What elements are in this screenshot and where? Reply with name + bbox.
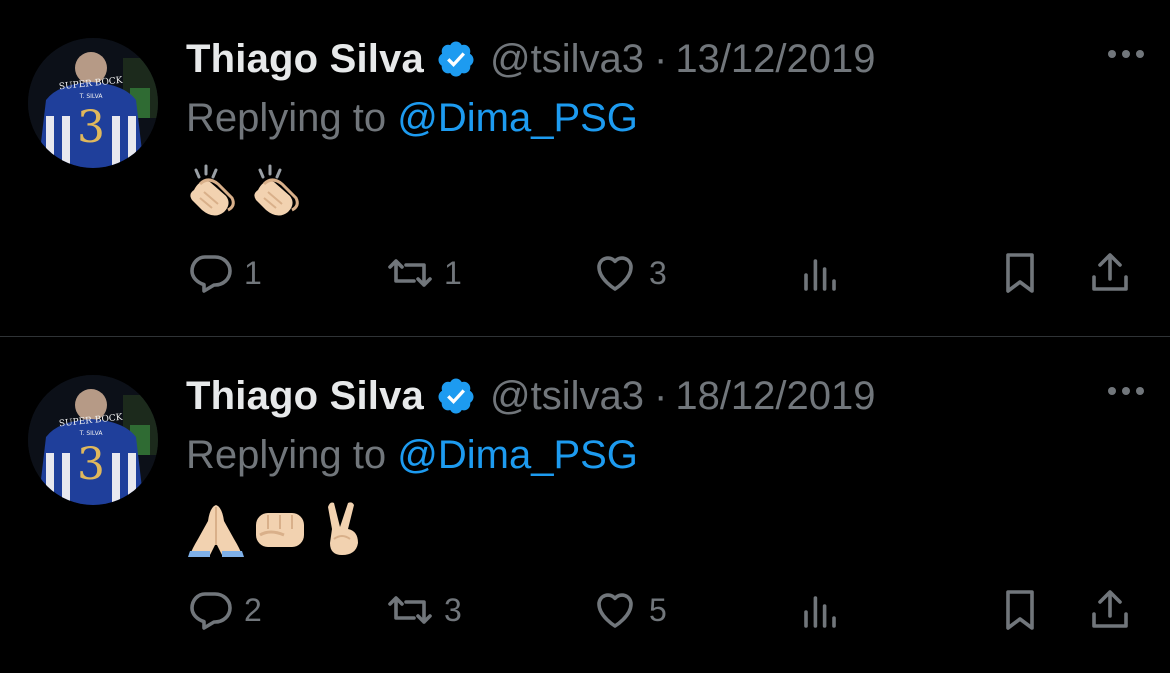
share-button[interactable] — [1086, 585, 1134, 635]
replying-to-line: Replying to @Dima_PSG — [186, 96, 638, 141]
more-options-icon[interactable] — [1104, 381, 1148, 401]
like-button[interactable]: 3 — [591, 248, 667, 298]
like-count: 5 — [649, 591, 667, 628]
tweet-text — [186, 497, 374, 561]
views-button[interactable] — [796, 248, 844, 298]
reply-icon — [190, 592, 232, 630]
tweet-header: Thiago Silva @tsilva3 · 18/12/2019 — [186, 369, 876, 423]
retweet-button[interactable]: 3 — [386, 585, 462, 635]
bookmark-icon — [1006, 253, 1034, 293]
avatar-number: 3 — [77, 102, 105, 153]
retweet-count: 1 — [444, 254, 462, 291]
bookmark-button[interactable] — [996, 248, 1044, 298]
bookmark-icon — [1006, 590, 1034, 630]
tweet-actions: 1 1 3 — [186, 248, 1146, 298]
more-options-icon[interactable] — [1104, 44, 1148, 64]
separator-dot: · — [654, 373, 668, 418]
reply-count: 2 — [244, 591, 262, 628]
views-button[interactable] — [796, 585, 844, 635]
avatar[interactable]: SUPER BOCK T. SILVA 3 — [28, 375, 158, 505]
share-button[interactable] — [1086, 248, 1134, 298]
tweet-actions: 2 3 5 — [186, 585, 1146, 635]
like-button[interactable]: 5 — [591, 585, 667, 635]
tweet-header: Thiago Silva @tsilva3 · 13/12/2019 — [186, 32, 876, 86]
tweet-date[interactable]: 13/12/2019 — [675, 37, 875, 82]
verified-badge-icon — [436, 39, 476, 79]
separator-dot: · — [654, 36, 668, 81]
share-icon — [1092, 253, 1128, 291]
avatar-name-text: T. SILVA — [79, 93, 104, 100]
tweet-text — [186, 160, 310, 224]
oncoming-fist-icon — [250, 499, 310, 559]
like-count: 3 — [649, 254, 667, 291]
verified-badge-icon — [436, 376, 476, 416]
reply-icon — [190, 255, 232, 293]
author-handle[interactable]: @tsilva3 — [490, 374, 644, 419]
heart-icon — [597, 256, 633, 291]
avatar-name-text: T. SILVA — [79, 430, 104, 437]
replying-to-mention[interactable]: @Dima_PSG — [397, 433, 638, 477]
reply-count: 1 — [244, 254, 262, 291]
author-handle[interactable]: @tsilva3 — [490, 37, 644, 82]
reply-button[interactable]: 1 — [186, 248, 262, 298]
author-name[interactable]: Thiago Silva — [186, 37, 424, 82]
heart-icon — [597, 593, 633, 628]
avatar-number: 3 — [77, 439, 105, 490]
replying-to-label: Replying to — [186, 96, 387, 140]
replying-to-line: Replying to @Dima_PSG — [186, 433, 638, 478]
folded-hands-icon — [186, 499, 246, 559]
clapping-hands-icon — [186, 162, 246, 222]
tweet-date[interactable]: 18/12/2019 — [675, 374, 875, 419]
replying-to-mention[interactable]: @Dima_PSG — [397, 96, 638, 140]
bookmark-button[interactable] — [996, 585, 1044, 635]
author-name[interactable]: Thiago Silva — [186, 374, 424, 419]
victory-hand-icon — [314, 499, 374, 559]
retweet-icon — [388, 596, 432, 624]
clapping-hands-icon — [250, 162, 310, 222]
share-icon — [1092, 590, 1128, 628]
views-chart-icon — [804, 259, 836, 291]
views-chart-icon — [804, 596, 836, 628]
retweet-icon — [388, 259, 432, 287]
tweet[interactable]: SUPER BOCK T. SILVA 3 Thiago Silva @tsil… — [0, 337, 1170, 673]
avatar[interactable]: SUPER BOCK T. SILVA 3 — [28, 38, 158, 168]
replying-to-label: Replying to — [186, 433, 387, 477]
reply-button[interactable]: 2 — [186, 585, 262, 635]
retweet-count: 3 — [444, 591, 462, 628]
retweet-button[interactable]: 1 — [386, 248, 462, 298]
tweet[interactable]: SUPER BOCK T. SILVA 3 Thiago Silva @tsil… — [0, 0, 1170, 336]
